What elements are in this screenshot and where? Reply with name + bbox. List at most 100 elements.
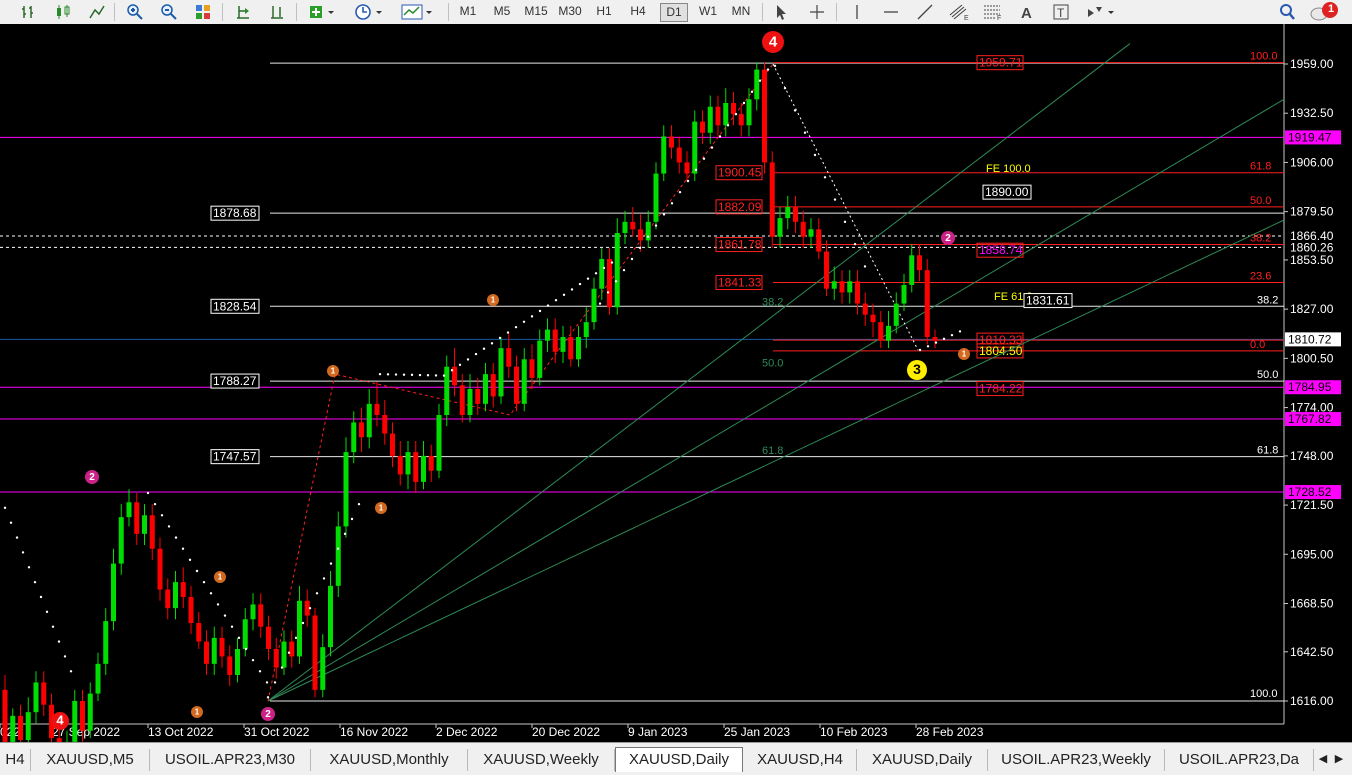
indicators-dropdown-icon[interactable] (306, 2, 338, 22)
arrows-dropdown-icon[interactable] (1084, 2, 1120, 22)
candle-body (181, 582, 186, 597)
sar-dot (467, 358, 469, 360)
sar-dot (784, 87, 786, 89)
fe-price: 1784.22 (979, 382, 1023, 396)
timeframe-d1[interactable]: D1 (660, 3, 688, 22)
chart-tab[interactable]: USOIL.APR23,M30 (150, 749, 311, 771)
horizontal-line-icon[interactable] (880, 2, 902, 22)
timeframe-h1[interactable]: H1 (592, 3, 616, 20)
candle-body (320, 647, 325, 690)
timeframe-m30[interactable]: M30 (555, 3, 585, 20)
candle-body (499, 348, 504, 396)
sar-dot (168, 525, 170, 527)
line-chart-icon[interactable] (86, 2, 108, 22)
chart-tab[interactable]: H4 (0, 749, 31, 771)
cursor-icon[interactable] (770, 2, 792, 22)
sar-dot (571, 288, 573, 290)
sar-dot (499, 337, 501, 339)
zoom-in-icon[interactable] (124, 2, 146, 22)
scroll-left-icon[interactable]: ◀ (1316, 751, 1330, 767)
candle-body (119, 517, 124, 563)
candle-body (336, 526, 341, 585)
sar-dot (64, 655, 66, 657)
chart-tab[interactable]: XAUUSD,Monthly (311, 749, 468, 771)
vertical-line-icon[interactable] (846, 2, 868, 22)
text-icon[interactable]: A (1016, 2, 1038, 22)
candlestick-icon[interactable] (52, 2, 74, 22)
chart-tab[interactable]: XAUUSD,Daily (857, 749, 988, 771)
sar-dot (854, 243, 856, 245)
sar-dot (379, 373, 381, 375)
sar-dot (864, 265, 866, 267)
trendline-icon[interactable] (914, 2, 936, 22)
timeframe-w1[interactable]: W1 (694, 3, 722, 20)
price-chart[interactable]: 1959.001932.501906.001879.501853.501827.… (0, 24, 1352, 742)
candle-body (344, 452, 349, 526)
sar-dot (647, 236, 649, 238)
candle-body (685, 162, 690, 173)
price-tick-label: 1642.50 (1290, 645, 1334, 659)
candle-body (127, 502, 132, 517)
sar-dot (639, 247, 641, 249)
chart-tab[interactable]: XAUUSD,M5 (31, 749, 150, 771)
sar-dot (210, 592, 212, 594)
candle-body (692, 122, 697, 174)
chart-tab[interactable]: XAUUSD,Weekly (468, 749, 615, 771)
chart-tab-active[interactable]: XAUUSD,Daily (615, 747, 743, 772)
candle-body (871, 315, 876, 322)
candle-body (258, 604, 263, 626)
timeframe-m15[interactable]: M15 (521, 3, 551, 20)
sar-dot (579, 283, 581, 285)
crosshair-icon[interactable] (806, 2, 828, 22)
periods-dropdown-icon[interactable] (352, 2, 388, 22)
chart-tab[interactable]: USOIL.APR23,Weekly (988, 749, 1165, 771)
sar-dot (814, 154, 816, 156)
sar-dot (623, 269, 625, 271)
chart-shift-icon[interactable] (266, 2, 288, 22)
sar-dot (252, 659, 254, 661)
zoom-out-icon[interactable] (158, 2, 180, 22)
text-label-icon[interactable]: T (1050, 2, 1072, 22)
sar-dot (599, 302, 601, 304)
retracement-red-level: 23.6 (1250, 271, 1271, 283)
retracement-price-label: 1878.68 (213, 206, 257, 220)
search-icon[interactable] (1276, 2, 1298, 22)
wave-label: 2 (89, 472, 95, 483)
candle-body (700, 122, 705, 133)
chart-tab[interactable]: USOIL.APR23,Da (1165, 749, 1314, 771)
candle-body (150, 515, 155, 548)
svg-text:A: A (1021, 5, 1032, 21)
auto-scroll-icon[interactable] (232, 2, 254, 22)
price-tick-label: 1616.00 (1290, 694, 1334, 708)
sar-dot (395, 373, 397, 375)
timeframe-m1[interactable]: M1 (456, 3, 480, 20)
sar-dot (743, 102, 745, 104)
candle-body (359, 422, 364, 437)
equidistant-channel-icon[interactable]: E (946, 2, 972, 22)
bar-chart-icon[interactable] (18, 2, 40, 22)
candle-body (34, 682, 39, 712)
candle-body (251, 604, 256, 619)
price-tick-label: 1827.00 (1290, 302, 1334, 316)
sar-dot (663, 213, 665, 215)
tile-windows-icon[interactable] (192, 2, 214, 22)
timeframe-mn[interactable]: MN (726, 3, 756, 20)
timeframe-m5[interactable]: M5 (489, 3, 515, 20)
candle-body (375, 404, 380, 415)
sar-dot (587, 277, 589, 279)
candle-body (204, 642, 209, 664)
wave-label: 2 (945, 233, 951, 244)
candle-body (413, 452, 418, 482)
notifications-icon[interactable]: 1 (1310, 2, 1340, 22)
fibonacci-retracement-icon[interactable]: F (980, 2, 1006, 22)
candle-body (716, 107, 721, 126)
timeframe-h4[interactable]: H4 (625, 3, 651, 20)
chart-tab[interactable]: XAUUSD,H4 (744, 749, 857, 771)
retracement-red-price: 1841.33 (718, 276, 762, 290)
candle-body (444, 367, 449, 415)
sar-dot (459, 364, 461, 366)
scroll-right-icon[interactable]: ▶ (1332, 751, 1346, 767)
sar-dot (451, 369, 453, 371)
templates-dropdown-icon[interactable] (398, 2, 438, 22)
sar-dot (547, 304, 549, 306)
